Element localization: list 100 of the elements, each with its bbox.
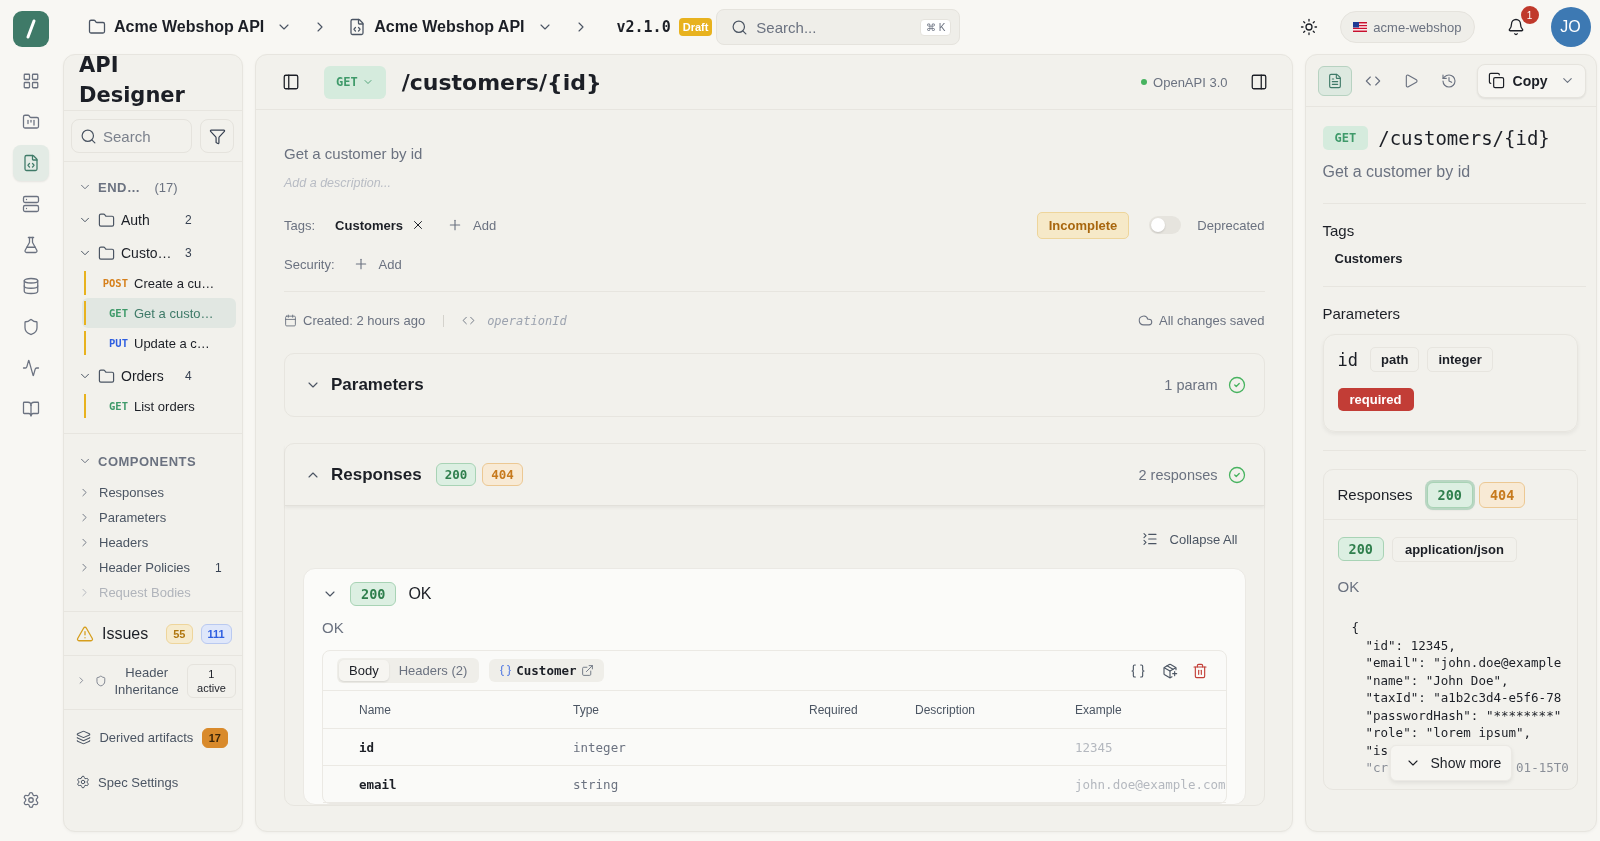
parameter-type: integer: [1427, 347, 1493, 372]
method-label: GET: [108, 307, 128, 319]
endpoint-item[interactable]: GET Get a custo…: [82, 298, 236, 328]
layers-icon: [76, 730, 91, 745]
folder-icon: [98, 211, 115, 229]
endpoint-label: Create a cu…: [134, 275, 215, 291]
section-title[interactable]: Parameters: [331, 375, 424, 395]
code-line: "taxId": "a1b2c3d4-e5f6-78: [1365, 689, 1562, 707]
breadcrumb-link[interactable]: Acme Webshop API: [114, 18, 265, 36]
status-code-badge: 200: [350, 582, 397, 606]
spec-version: OpenAPI 3.0: [1153, 74, 1228, 90]
required-badge: required: [1337, 388, 1414, 411]
column-header: Required: [773, 691, 879, 729]
user-avatar[interactable]: JO: [1550, 7, 1591, 47]
endpoint-item[interactable]: PUT Update a c…: [82, 328, 236, 358]
endpoint-item[interactable]: POST Create a cu…: [82, 268, 236, 298]
section-label[interactable]: COMPONENTS: [98, 453, 197, 469]
issues-label[interactable]: Issues: [102, 624, 149, 643]
method-label: GET: [108, 400, 128, 412]
status-code-badge: 200: [1337, 537, 1384, 561]
column-header: Type: [537, 691, 773, 729]
flask-icon: [22, 235, 40, 254]
component-item[interactable]: Header Policies: [99, 560, 207, 575]
sun-icon: [1300, 18, 1319, 36]
group-count: 3: [185, 246, 192, 260]
tag-label: Customers: [335, 217, 403, 233]
component-item[interactable]: Headers: [99, 535, 207, 550]
search-field[interactable]: Search: [71, 119, 192, 153]
search-placeholder: Search: [103, 127, 151, 145]
status-badge: Incomplete: [1036, 211, 1130, 239]
group-name[interactable]: Auth: [121, 212, 179, 228]
braces-icon[interactable]: [1129, 662, 1146, 679]
table-cell: email: [323, 766, 537, 803]
endpoint-count: (17): [154, 179, 178, 195]
copy-button[interactable]: Copy: [1476, 63, 1586, 98]
section-heading: Tags: [1322, 222, 1356, 239]
table-cell: 12345: [1039, 729, 1226, 766]
section-label[interactable]: END…: [98, 179, 141, 195]
copy-icon: [1487, 72, 1505, 89]
add-security-button[interactable]: Add: [352, 256, 402, 272]
workspace-selector[interactable]: acme-webshop: [1340, 11, 1475, 43]
list-collapse-icon: [1141, 531, 1158, 547]
summary-text: Get a customer by id: [1322, 163, 1586, 204]
code-line: "role": "lorem ipsum",: [1365, 724, 1532, 742]
preview-tab[interactable]: [1317, 65, 1352, 96]
flag-icon: [1353, 22, 1368, 32]
section-title[interactable]: Responses: [331, 464, 422, 485]
add-tag-button[interactable]: Add: [447, 217, 497, 233]
component-item[interactable]: Parameters: [99, 510, 207, 525]
endpoint-path: /customers/{id}: [401, 69, 603, 95]
folder-icon: [98, 367, 115, 385]
endpoint-path: /customers/{id}: [1378, 127, 1550, 149]
endpoint-label: List orders: [134, 398, 195, 414]
spec-settings-link[interactable]: Spec Settings: [98, 774, 179, 790]
filter-button[interactable]: [200, 119, 234, 153]
panel-right-icon: [1249, 73, 1268, 91]
warning-count: 55: [166, 623, 193, 644]
code-line: "is: [1365, 741, 1389, 759]
folder-icon: [88, 18, 106, 36]
search-icon: [80, 127, 97, 145]
deprecated-toggle[interactable]: [1149, 216, 1182, 234]
code-line: "cr: [1365, 759, 1389, 777]
history-icon: [1440, 72, 1457, 89]
schema-link[interactable]: Customer: [489, 659, 604, 682]
group-name[interactable]: Orders: [121, 368, 179, 384]
header-inheritance-label[interactable]: Header Inheritance: [114, 663, 179, 698]
response-description: OK: [1337, 578, 1361, 595]
summary-field[interactable]: Get a customer by id: [284, 145, 1265, 162]
bell-icon: [1506, 18, 1525, 36]
group-count: 4: [185, 369, 192, 383]
app-logo[interactable]: [13, 11, 49, 47]
search-field[interactable]: Search... ⌘ K: [716, 9, 961, 45]
component-item[interactable]: Responses: [99, 485, 207, 500]
group-name[interactable]: Custo…: [121, 245, 179, 261]
table-cell: john.doe@example.com: [1039, 766, 1226, 803]
breadcrumb-link[interactable]: Acme Webshop API: [374, 18, 525, 36]
delete-icon[interactable]: [1191, 662, 1208, 679]
deprecated-label: Deprecated: [1197, 217, 1265, 233]
tab[interactable]: Body: [339, 660, 389, 681]
derived-artifacts-label[interactable]: Derived artifacts: [99, 729, 194, 746]
search-icon: [731, 18, 749, 36]
parameter-location: path: [1370, 347, 1420, 372]
table-cell: string: [537, 766, 773, 803]
section-heading: Responses: [1337, 486, 1413, 503]
parameter-count: 1 param: [1164, 377, 1218, 393]
folder-icon: [22, 112, 40, 131]
braces-icon: [499, 664, 513, 677]
package-plus-icon[interactable]: [1161, 662, 1178, 679]
database-icon: [22, 276, 40, 295]
column-header: Name: [323, 691, 537, 729]
status-code-tab[interactable]: 200: [1426, 481, 1473, 508]
rail-button[interactable]: [13, 144, 49, 181]
show-more-button[interactable]: Show more: [1389, 744, 1513, 781]
tab[interactable]: Headers (2): [388, 660, 478, 681]
collapse-all-button[interactable]: Collapse All: [1141, 526, 1246, 552]
external-link-icon: [580, 664, 594, 677]
pulse-icon: [22, 358, 40, 377]
info-count: 111: [200, 623, 232, 644]
close-icon[interactable]: [411, 218, 425, 232]
endpoint-item[interactable]: GET List orders: [82, 391, 236, 421]
